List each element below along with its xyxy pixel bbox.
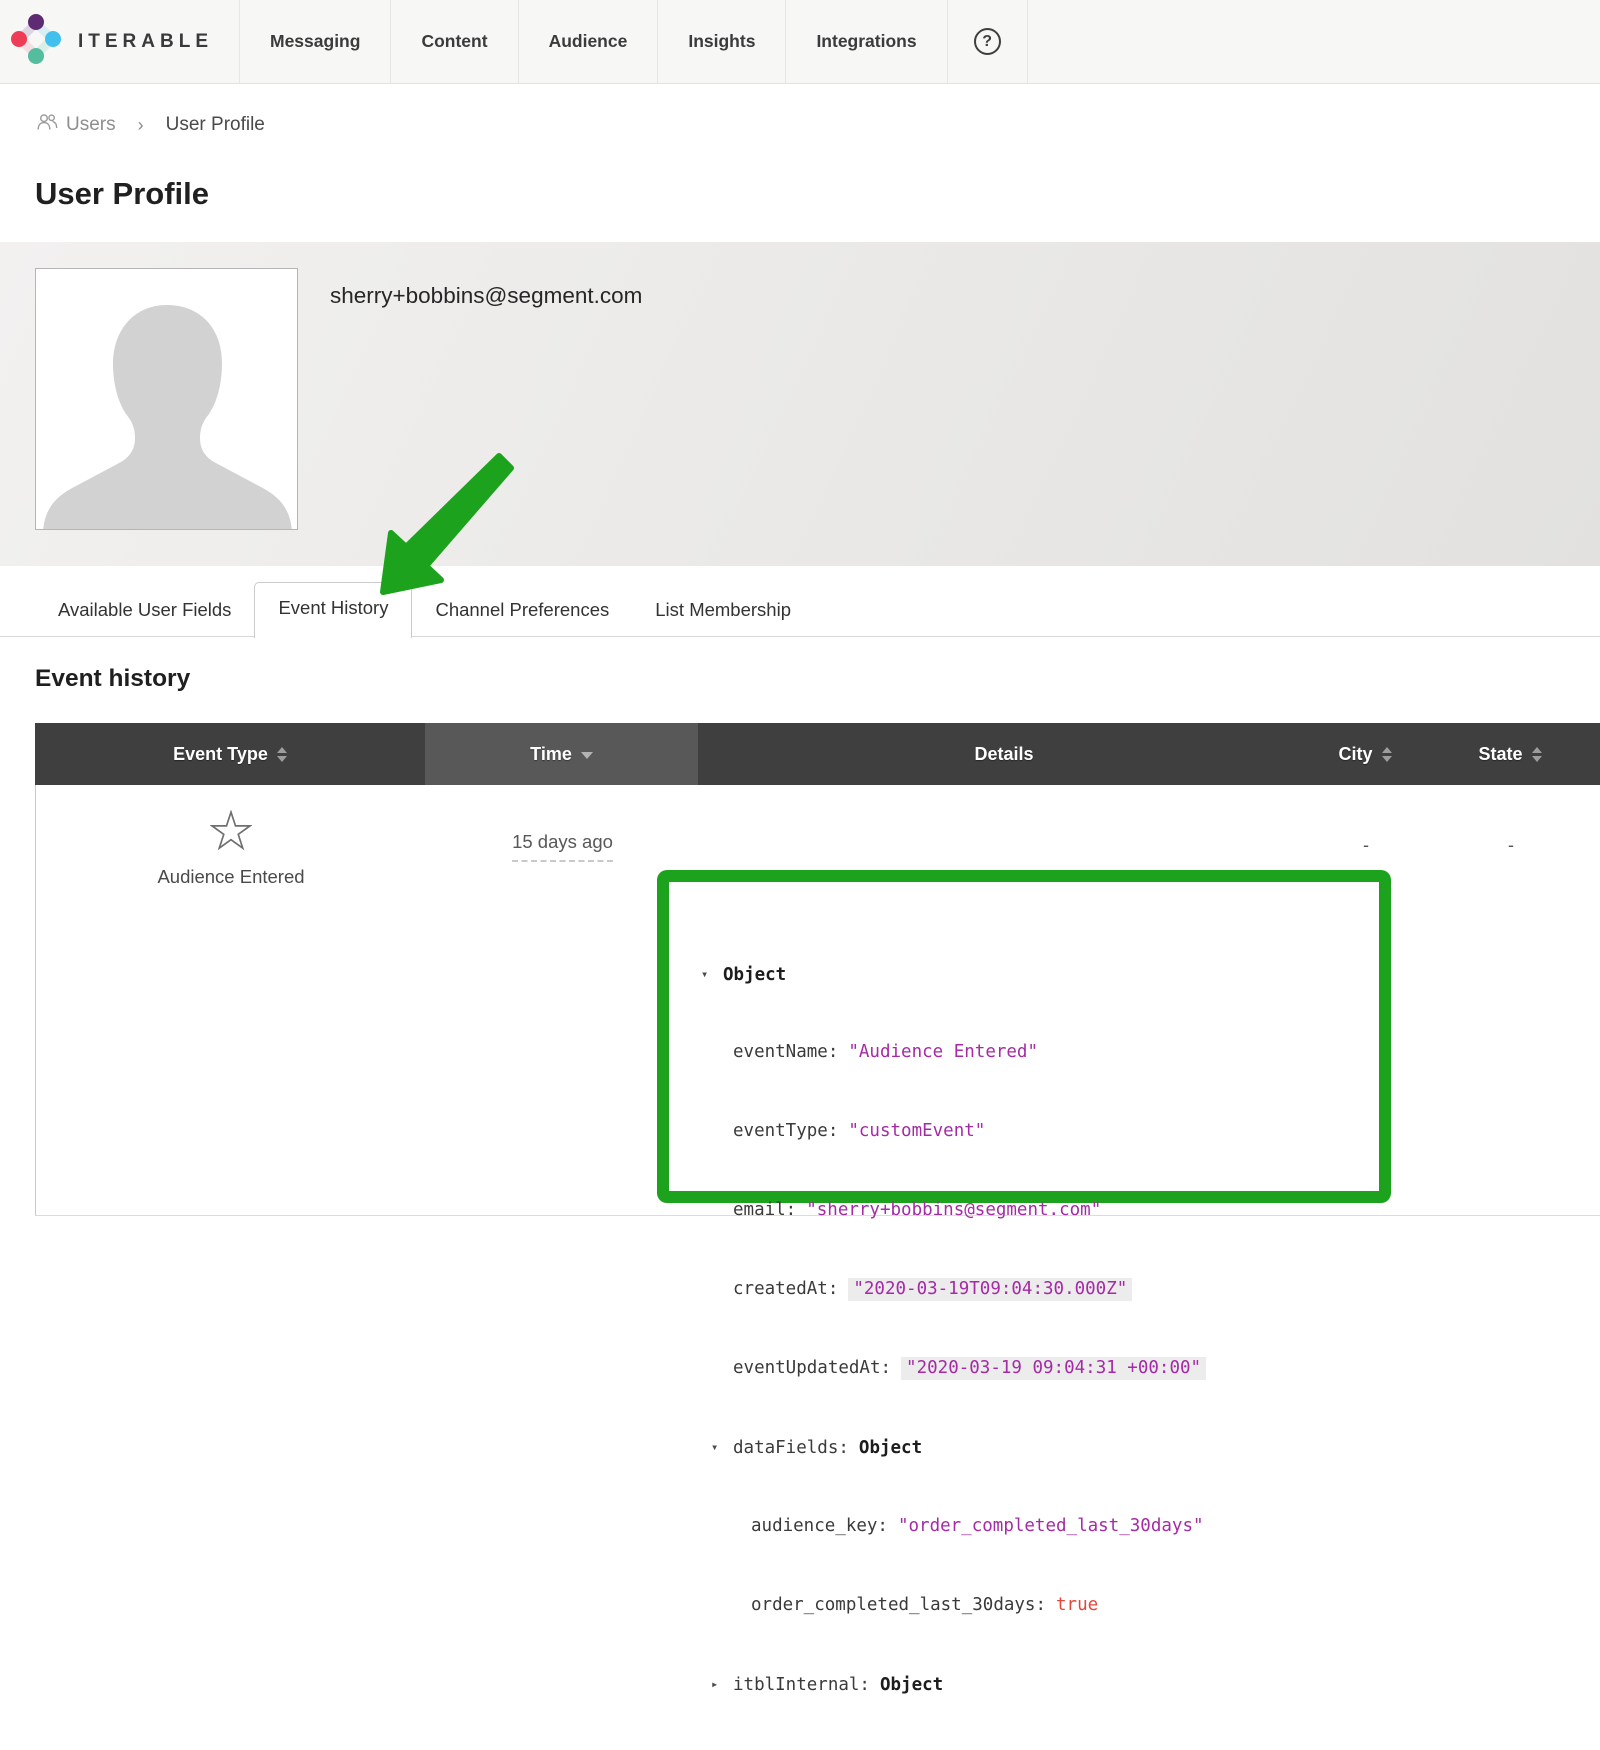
- column-header-state[interactable]: State: [1420, 723, 1600, 785]
- column-label: Event Type: [173, 744, 268, 765]
- details-json-annotation-box: ▾Object eventName: "Audience Entered" eve…: [657, 870, 1391, 1203]
- json-key: eventType:: [733, 1121, 838, 1141]
- event-type-cell: Audience Entered: [36, 785, 426, 1215]
- json-value-highlighted: "2020-03-19 09:04:31 +00:00": [901, 1357, 1206, 1380]
- json-tree: ▾Object eventName:"Audience Entered" eve…: [669, 882, 1379, 1750]
- event-type-label: Audience Entered: [157, 866, 304, 888]
- expand-toggle-icon[interactable]: ▾: [711, 1434, 733, 1460]
- iterable-logo-icon: [10, 13, 62, 70]
- json-value: "Audience Entered": [848, 1042, 1038, 1062]
- top-navbar: ITERABLE Messaging Content Audience Insi…: [0, 0, 1600, 84]
- json-value: "sherry+bobbins@segment.com": [806, 1200, 1101, 1220]
- avatar: [35, 268, 298, 530]
- tab-event-history[interactable]: Event History: [254, 582, 412, 638]
- json-object-label: Object: [723, 965, 786, 985]
- state-cell: -: [1421, 785, 1600, 1215]
- page-title: User Profile: [35, 176, 1600, 212]
- json-value: "order_completed_last_30days": [898, 1516, 1204, 1536]
- table-row: Audience Entered 15 days ago - - ▾Object…: [35, 785, 1600, 1216]
- column-label: State: [1478, 744, 1522, 765]
- breadcrumb-chevron-icon: ›: [138, 115, 144, 136]
- help-icon: ?: [974, 28, 1001, 55]
- breadcrumb-users-label: Users: [66, 114, 116, 136]
- brand-name: ITERABLE: [78, 31, 213, 53]
- table-header: Event Type Time Details City State: [35, 723, 1600, 785]
- section-heading: Event history: [35, 665, 1600, 694]
- brand-logo[interactable]: ITERABLE: [0, 0, 240, 83]
- json-key: order_completed_last_30days:: [751, 1595, 1046, 1615]
- sort-icon: [1382, 747, 1392, 762]
- json-object-label: Object: [880, 1675, 943, 1695]
- help-button[interactable]: ?: [948, 0, 1028, 83]
- profile-tabs: Available User Fields Event History Chan…: [0, 566, 1600, 637]
- column-label: Details: [974, 744, 1033, 765]
- column-label: Time: [530, 744, 572, 765]
- breadcrumb-users-link[interactable]: Users: [35, 113, 116, 137]
- column-header-details: Details: [698, 723, 1310, 785]
- users-icon: [35, 113, 59, 137]
- json-key: createdAt:: [733, 1279, 838, 1299]
- event-history-table: Event Type Time Details City State Audie…: [35, 723, 1600, 1216]
- column-header-city[interactable]: City: [1310, 723, 1420, 785]
- column-header-event-type[interactable]: Event Type: [35, 723, 425, 785]
- json-key: eventName:: [733, 1042, 838, 1062]
- tab-channel-preferences[interactable]: Channel Preferences: [412, 585, 632, 637]
- profile-summary-band: sherry+bobbins@segment.com: [0, 242, 1600, 566]
- relative-time[interactable]: 15 days ago: [512, 831, 613, 862]
- sort-icon: [277, 747, 287, 762]
- expand-toggle-icon[interactable]: ▾: [701, 961, 723, 987]
- breadcrumb-current: User Profile: [166, 114, 265, 136]
- json-value-highlighted: "2020-03-19T09:04:30.000Z": [848, 1278, 1132, 1301]
- collapse-toggle-icon[interactable]: ▸: [711, 1671, 733, 1697]
- nav-item-insights[interactable]: Insights: [658, 0, 786, 83]
- json-key: email:: [733, 1200, 796, 1220]
- nav-item-integrations[interactable]: Integrations: [786, 0, 947, 83]
- json-object-label: Object: [859, 1438, 922, 1458]
- breadcrumb: Users › User Profile: [35, 112, 1600, 138]
- user-email: sherry+bobbins@segment.com: [330, 283, 642, 309]
- sort-desc-icon: [581, 752, 593, 759]
- column-label: City: [1338, 744, 1372, 765]
- favorite-star-icon[interactable]: [210, 810, 252, 857]
- tab-list-membership[interactable]: List Membership: [632, 585, 814, 637]
- nav-item-content[interactable]: Content: [391, 0, 518, 83]
- column-header-time[interactable]: Time: [425, 723, 698, 785]
- json-key: eventUpdatedAt:: [733, 1358, 891, 1378]
- nav-item-messaging[interactable]: Messaging: [240, 0, 391, 83]
- json-value: "customEvent": [848, 1121, 985, 1141]
- json-value-boolean: true: [1056, 1595, 1098, 1615]
- json-key: audience_key:: [751, 1516, 888, 1536]
- json-key: itblInternal:: [733, 1675, 870, 1695]
- sort-icon: [1532, 747, 1542, 762]
- tab-available-user-fields[interactable]: Available User Fields: [35, 585, 254, 637]
- nav-item-audience[interactable]: Audience: [519, 0, 659, 83]
- json-key: dataFields:: [733, 1438, 849, 1458]
